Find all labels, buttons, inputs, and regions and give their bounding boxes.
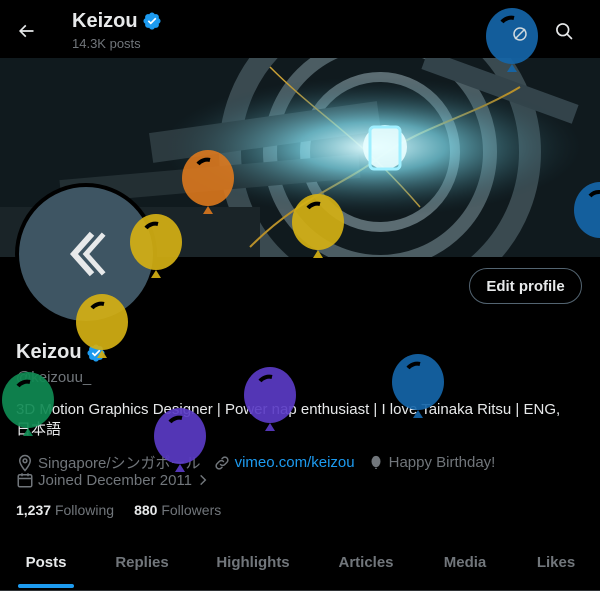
tab-posts[interactable]: Posts: [0, 534, 92, 591]
post-count: 14.3K posts: [72, 36, 141, 51]
tab-articles[interactable]: Articles: [314, 534, 418, 591]
tab-highlights[interactable]: Highlights: [192, 534, 314, 591]
back-button[interactable]: [8, 13, 44, 49]
tab-label: Highlights: [216, 554, 290, 571]
followers-count: 880: [134, 502, 158, 518]
balloon-icon[interactable]: [74, 292, 130, 366]
tab-replies[interactable]: Replies: [92, 534, 192, 591]
website-item: vimeo.com/keizou: [213, 454, 355, 472]
balloon-icon[interactable]: [574, 180, 600, 254]
profile-page: Keizou 14.3K posts Edit profile Keizou @…: [0, 0, 600, 591]
tab-media[interactable]: Media: [418, 534, 512, 591]
balloon-icon[interactable]: [128, 212, 184, 286]
birthday-item: Happy Birthday!: [367, 454, 496, 472]
profile-meta-row: Singapore/シンガポール vimeo.com/keizou Happy …: [16, 452, 495, 473]
tab-label: Media: [443, 554, 487, 571]
following-label: Following: [54, 502, 115, 518]
balloon-icon[interactable]: [0, 370, 56, 444]
balloon-icon[interactable]: [390, 352, 446, 426]
active-tab-indicator: [18, 584, 74, 588]
tab-likes[interactable]: Likes: [512, 534, 600, 591]
balloon-icon: [371, 455, 381, 469]
calendar-icon: [17, 473, 33, 488]
search-button[interactable]: [546, 13, 582, 49]
link-icon: [214, 455, 229, 470]
balloon-icon[interactable]: [290, 192, 346, 266]
header-title-block: Keizou 14.3K posts: [72, 8, 162, 51]
tab-label: Replies: [115, 554, 169, 571]
balloon-icon[interactable]: [484, 6, 540, 80]
balloon-icon[interactable]: [180, 148, 236, 222]
location-pin-icon: [18, 454, 32, 472]
followers-label: Followers: [161, 502, 222, 518]
following-count: 1,237: [16, 502, 52, 518]
verified-badge-icon: [143, 12, 161, 30]
tab-label: Articles: [338, 554, 394, 571]
followers-link[interactable]: 880 Followers: [134, 502, 221, 518]
tab-label: Likes: [536, 554, 576, 571]
profile-tabs: Posts Replies Highlights Articles Media …: [0, 534, 600, 591]
follow-stats: 1,237 Following 880 Followers: [16, 502, 221, 518]
header-title: Keizou: [72, 10, 138, 32]
edit-profile-button[interactable]: Edit profile: [469, 268, 582, 304]
search-icon: [556, 23, 573, 40]
website-link[interactable]: vimeo.com/keizou: [235, 454, 355, 471]
balloon-icon[interactable]: [152, 406, 208, 480]
profile-display-name: Keizou: [16, 341, 82, 363]
avatar-logo-icon: [69, 231, 106, 277]
birthday-text: Happy Birthday!: [388, 454, 496, 471]
tab-label: Posts: [25, 554, 67, 571]
balloon-icon[interactable]: [242, 365, 298, 439]
arrow-left-icon: [18, 24, 34, 38]
following-link[interactable]: 1,237 Following: [16, 502, 114, 518]
